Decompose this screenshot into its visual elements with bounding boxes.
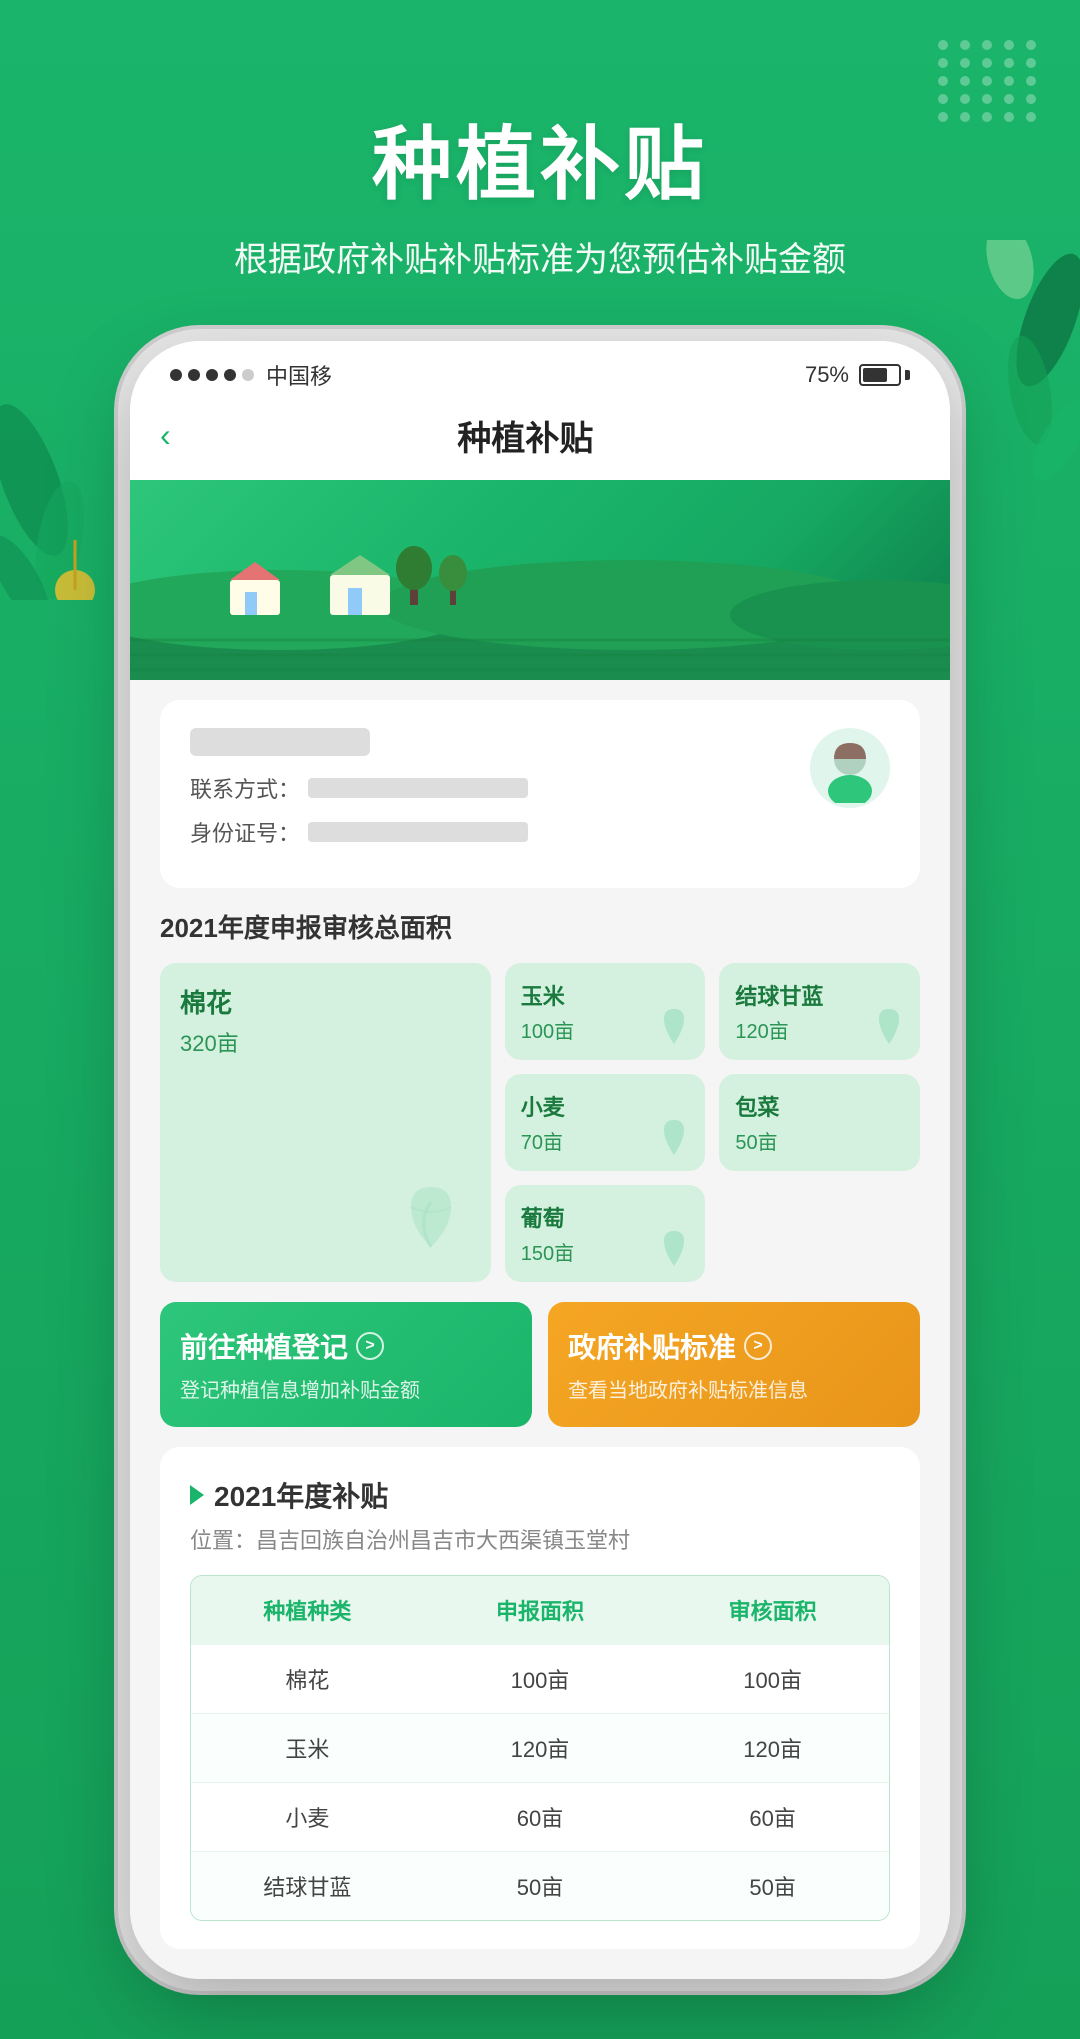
table-row: 结球甘蓝50亩50亩	[191, 1851, 889, 1920]
user-name-blurred	[190, 728, 370, 756]
table-header-reviewed: 审核面积	[656, 1576, 889, 1644]
battery-percent: 75%	[805, 362, 849, 388]
landscape-scene	[130, 520, 950, 680]
crop-right-grid: 玉米 100亩 结球甘蓝 120亩	[505, 963, 920, 1282]
table-cell-0-1: 100亩	[424, 1644, 657, 1713]
subsidy-header: 2021年度补贴	[190, 1475, 890, 1515]
table-cell-3-2: 50亩	[656, 1851, 889, 1920]
app-navbar: ‹ 种植补贴	[130, 401, 950, 480]
crop-grid: 棉花 320亩 玉米 100亩	[160, 963, 920, 1282]
table-header-row: 种植种类 申报面积 审核面积	[191, 1576, 889, 1644]
table-cell-2-2: 60亩	[656, 1782, 889, 1851]
signal-dot-1	[170, 369, 182, 381]
crop-card-baocai: 包菜 50亩	[719, 1074, 920, 1171]
table-cell-2-0: 小麦	[191, 1782, 424, 1851]
page-title: 种植补贴	[0, 100, 1080, 216]
status-bar: 中国移 75%	[130, 341, 950, 401]
crop-icon-yumi	[649, 999, 699, 1054]
table-cell-0-2: 100亩	[656, 1644, 889, 1713]
register-title: 前往种植登记 >	[180, 1326, 512, 1366]
table-row: 棉花100亩100亩	[191, 1644, 889, 1713]
register-button[interactable]: 前往种植登记 > 登记种植信息增加补贴金额	[160, 1302, 532, 1427]
table-cell-1-2: 120亩	[656, 1713, 889, 1782]
table-cell-1-0: 玉米	[191, 1713, 424, 1782]
table-cell-3-1: 50亩	[424, 1851, 657, 1920]
subsidy-card: 2021年度补贴 位置：昌吉回族自治州昌吉市大西渠镇玉堂村 种植种类 申报面积 …	[160, 1447, 920, 1949]
signal-dot-3	[206, 369, 218, 381]
battery-area: 75%	[805, 362, 910, 388]
nav-title: 种植补贴	[171, 411, 880, 460]
signal-dot-4	[224, 369, 236, 381]
crop-icon-jieqiu	[864, 999, 914, 1054]
crop-card-yumi: 玉米 100亩	[505, 963, 706, 1060]
phone-frame: 中国移 75% ‹ 种植补贴	[130, 341, 950, 1979]
standard-desc: 查看当地政府补贴标准信息	[568, 1374, 900, 1403]
battery-icon	[859, 364, 910, 386]
action-row: 前往种植登记 > 登记种植信息增加补贴金额 政府补贴标准 > 查看当地政府补贴标…	[160, 1302, 920, 1427]
crop-card-xiaomai: 小麦 70亩	[505, 1074, 706, 1171]
signal-dot-5	[242, 369, 254, 381]
subsidy-table: 种植种类 申报面积 审核面积 棉花100亩100亩玉米120亩120亩小麦60亩…	[190, 1575, 890, 1921]
crop-card-putao: 葡萄 150亩	[505, 1185, 706, 1282]
crop-card-jieqiu: 结球甘蓝 120亩	[719, 963, 920, 1060]
hero-image	[130, 480, 950, 680]
header-area: 种植补贴 根据政府补贴补贴标准为您预估补贴金额	[0, 0, 1080, 281]
crop-big-area: 320亩	[180, 1026, 471, 1058]
table-cell-0-0: 棉花	[191, 1644, 424, 1713]
contact-field: 联系方式：	[190, 772, 810, 804]
standard-arrow: >	[744, 1332, 772, 1360]
signal-area: 中国移	[170, 359, 332, 391]
table-cell-1-1: 120亩	[424, 1713, 657, 1782]
phone-wrapper: 中国移 75% ‹ 种植补贴	[0, 341, 1080, 2039]
carrier-name: 中国移	[266, 359, 332, 391]
crop-icon-xiaomai	[649, 1110, 699, 1165]
page-subtitle: 根据政府补贴补贴标准为您预估补贴金额	[0, 232, 1080, 281]
register-arrow: >	[356, 1332, 384, 1360]
register-desc: 登记种植信息增加补贴金额	[180, 1374, 512, 1403]
user-avatar	[810, 728, 890, 808]
contact-label: 联系方式：	[190, 772, 300, 804]
subsidy-triangle-icon	[190, 1485, 204, 1505]
table-row: 玉米120亩120亩	[191, 1713, 889, 1782]
subsidy-location: 位置：昌吉回族自治州昌吉市大西渠镇玉堂村	[190, 1523, 890, 1555]
back-button[interactable]: ‹	[160, 417, 171, 454]
id-label: 身份证号：	[190, 816, 300, 848]
standard-button[interactable]: 政府补贴标准 > 查看当地政府补贴标准信息	[548, 1302, 920, 1427]
crop-icon-putao	[649, 1221, 699, 1276]
table-row: 小麦60亩60亩	[191, 1782, 889, 1851]
crop-big-name: 棉花	[180, 983, 471, 1020]
user-info: 联系方式： 身份证号：	[190, 728, 810, 860]
standard-title: 政府补贴标准 >	[568, 1326, 900, 1366]
contact-value-blurred	[308, 778, 528, 798]
crop-area-baocai: 50亩	[735, 1126, 904, 1155]
table-cell-2-1: 60亩	[424, 1782, 657, 1851]
id-value-blurred	[308, 822, 528, 842]
table-cell-3-0: 结球甘蓝	[191, 1851, 424, 1920]
crop-section-title: 2021年度申报审核总面积	[160, 908, 920, 945]
crop-name-baocai: 包菜	[735, 1090, 904, 1122]
crop-big-icon	[381, 1167, 481, 1272]
signal-dot-2	[188, 369, 200, 381]
user-card: 联系方式： 身份证号：	[160, 700, 920, 888]
phone-content: 联系方式： 身份证号：	[130, 680, 950, 1979]
table-header-crop: 种植种类	[191, 1576, 424, 1644]
table-header-declared: 申报面积	[424, 1576, 657, 1644]
subsidy-title: 2021年度补贴	[214, 1475, 388, 1515]
crop-card-big: 棉花 320亩	[160, 963, 491, 1282]
id-field: 身份证号：	[190, 816, 810, 848]
